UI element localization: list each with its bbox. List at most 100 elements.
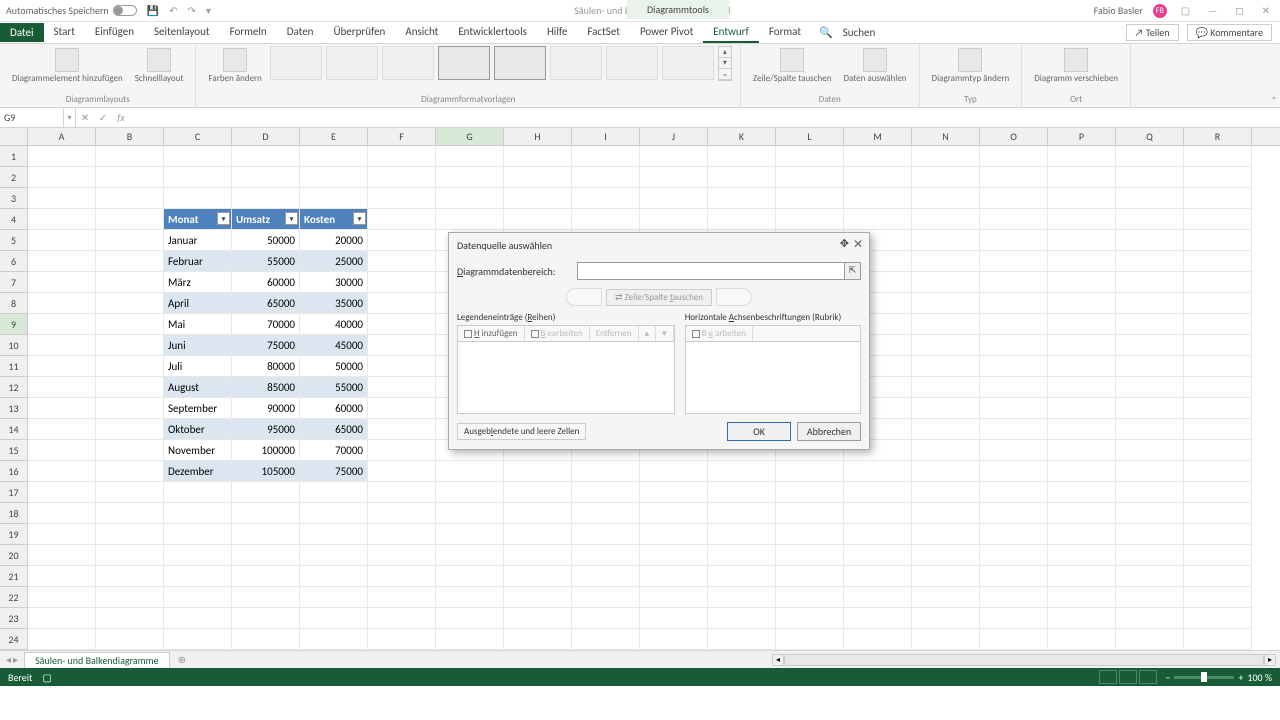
cell[interactable] [164,167,232,188]
change-colors-button[interactable]: Farben ändern [204,46,265,86]
tab-formeln[interactable]: Formeln [220,22,277,43]
cell[interactable] [164,524,232,545]
cell[interactable] [232,608,300,629]
cell[interactable] [776,209,844,230]
cell[interactable] [572,503,640,524]
cell[interactable] [164,545,232,566]
change-chart-type-button[interactable]: Diagrammtyp ändern [928,46,1014,86]
cell[interactable] [1048,629,1116,650]
cell[interactable] [1116,188,1184,209]
cell[interactable] [504,587,572,608]
enter-formula-icon[interactable]: ✓ [94,111,112,124]
cell[interactable]: 100000 [232,440,300,461]
cell[interactable]: 65000 [232,293,300,314]
cell[interactable] [912,503,980,524]
cell[interactable] [912,146,980,167]
cell[interactable]: 75000 [300,461,368,482]
cell[interactable] [300,524,368,545]
cell[interactable] [980,545,1048,566]
cell[interactable] [1048,272,1116,293]
cell[interactable] [1184,419,1252,440]
cell[interactable] [504,209,572,230]
axis-labels-list[interactable] [685,342,861,414]
cell[interactable] [300,629,368,650]
cell[interactable] [776,188,844,209]
cell[interactable] [912,629,980,650]
cell[interactable] [368,524,436,545]
cell[interactable]: 70000 [232,314,300,335]
cell[interactable] [980,314,1048,335]
cell[interactable] [980,587,1048,608]
cell[interactable]: 35000 [300,293,368,314]
cell[interactable] [776,167,844,188]
cell[interactable] [980,293,1048,314]
cell[interactable] [232,524,300,545]
cell[interactable] [368,335,436,356]
cell[interactable] [1116,293,1184,314]
zoom-out-icon[interactable]: − [1165,671,1170,684]
cell[interactable] [164,503,232,524]
cell[interactable] [912,251,980,272]
cell[interactable] [28,377,96,398]
cell[interactable] [232,629,300,650]
cell[interactable] [1116,146,1184,167]
tab-power pivot[interactable]: Power Pivot [630,22,703,43]
cell[interactable] [1184,167,1252,188]
cell[interactable] [28,545,96,566]
comments-button[interactable]: 💬 Kommentare [1187,24,1272,41]
cell[interactable] [980,272,1048,293]
cell[interactable] [708,566,776,587]
col-header[interactable]: D [232,128,300,145]
cell[interactable]: Juni [164,335,232,356]
row-header[interactable]: 10 [0,335,28,356]
cell[interactable]: Juli [164,356,232,377]
cell[interactable] [1116,314,1184,335]
cell[interactable] [164,608,232,629]
cell[interactable] [96,503,164,524]
tab-start[interactable]: Start [44,22,85,43]
col-header[interactable]: N [912,128,980,145]
cell[interactable] [572,587,640,608]
cell[interactable] [1048,188,1116,209]
cell[interactable] [368,608,436,629]
tab-entwicklertools[interactable]: Entwicklertools [448,22,537,43]
hscroll-left-icon[interactable]: ◂ [772,654,784,666]
cell[interactable] [844,209,912,230]
cell[interactable] [776,629,844,650]
cell[interactable]: 30000 [300,272,368,293]
undo-icon[interactable]: ↶ [169,4,177,17]
cell[interactable] [1184,587,1252,608]
cell[interactable] [708,461,776,482]
col-header[interactable]: P [1048,128,1116,145]
cell[interactable]: 60000 [300,398,368,419]
cell[interactable] [980,251,1048,272]
cell[interactable] [504,608,572,629]
legend-series-list[interactable] [457,342,675,414]
cell[interactable] [1116,230,1184,251]
cell[interactable] [572,461,640,482]
cell[interactable]: 50000 [300,356,368,377]
cell[interactable] [232,188,300,209]
cell[interactable] [708,482,776,503]
cell[interactable] [640,608,708,629]
cell[interactable] [912,461,980,482]
cell[interactable] [368,230,436,251]
cell[interactable] [572,188,640,209]
switch-row-col-button[interactable]: Zeile/Spalte tauschen [749,46,836,86]
cell[interactable] [300,566,368,587]
cell[interactable] [1048,335,1116,356]
minimize-icon[interactable]: — [1204,4,1221,17]
cell[interactable] [28,461,96,482]
cell[interactable] [164,566,232,587]
search-icon[interactable]: 🔍 [819,26,833,39]
cell[interactable] [96,461,164,482]
cell[interactable] [572,524,640,545]
cell[interactable] [164,587,232,608]
cell[interactable]: 90000 [232,398,300,419]
cell[interactable] [776,482,844,503]
cell[interactable] [980,566,1048,587]
cell[interactable] [436,146,504,167]
row-header[interactable]: 14 [0,419,28,440]
cell[interactable] [1184,251,1252,272]
cell[interactable] [1048,230,1116,251]
